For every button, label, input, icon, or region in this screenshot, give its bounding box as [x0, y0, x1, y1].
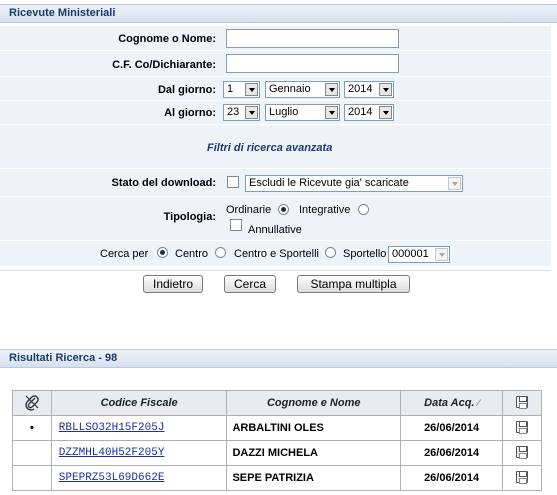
- stato-label: Stato del download:: [111, 177, 217, 189]
- sort-icon: ⁄: [477, 398, 480, 408]
- ordinarie-radio[interactable]: [278, 204, 289, 215]
- row-bullet: •: [12, 415, 52, 441]
- sportello-select[interactable]: 000001: [388, 246, 450, 263]
- tipologia-label: Tipologia:: [163, 211, 216, 223]
- al-day-select[interactable]: 23: [223, 104, 260, 121]
- save-column-header: [502, 390, 542, 416]
- al-month-select[interactable]: Luglio: [265, 104, 340, 121]
- stato-checkbox[interactable]: [227, 176, 239, 188]
- cerca-button[interactable]: Cerca: [224, 275, 276, 293]
- al-label: Al giorno:: [164, 107, 216, 119]
- chevron-down-icon: [379, 83, 392, 96]
- row-dal: Dal giorno: 1 Gennaio 2014: [0, 77, 551, 101]
- advanced-filters-title: Filtri di ricerca avanzata: [207, 142, 333, 154]
- chevron-down-icon: [245, 106, 258, 119]
- search-form: Cognome o Nome: C.F. Co/Dichiarante: Dal…: [0, 26, 551, 267]
- stampa-multipla-button[interactable]: Stampa multipla: [297, 275, 410, 293]
- section-header: Ricevute Ministeriali: [0, 4, 557, 23]
- nome-cell: ARBALTINI OLES: [226, 415, 402, 441]
- results-header: Risultati Ricerca - 98: [0, 349, 557, 368]
- nome-cell: DAZZI MICHELA: [226, 440, 402, 466]
- table-row: DZZMHL40H52F205Y DAZZI MICHELA 26/06/201…: [12, 440, 542, 466]
- stato-select[interactable]: Escludi le Ricevute gia' scaricate: [245, 175, 463, 192]
- cf-link[interactable]: DZZMHL40H52F205Y: [50, 440, 228, 466]
- chevron-down-icon: [245, 83, 258, 96]
- dal-month-select[interactable]: Gennaio: [265, 81, 340, 98]
- results-count: 98: [104, 352, 118, 364]
- centro-sportelli-label: Centro e Sportelli: [234, 248, 319, 260]
- data-cell: 26/06/2014: [400, 415, 504, 441]
- sportello-label: Sportello: [343, 248, 387, 260]
- indietro-button[interactable]: Indietro: [143, 275, 203, 293]
- results-table: Codice Fiscale Cognome e Nome Data Acq. …: [12, 390, 542, 491]
- integrative-radio[interactable]: [358, 204, 369, 215]
- floppy-disk-icon[interactable]: [516, 420, 529, 434]
- row-advanced: Filtri di ricerca avanzata: [0, 125, 551, 169]
- row-bullet: [12, 465, 52, 491]
- data-cell: 26/06/2014: [400, 465, 504, 491]
- floppy-disk-icon[interactable]: [516, 445, 529, 459]
- cf-link[interactable]: RBLLSO32H15F205J: [50, 415, 228, 441]
- annullative-label: Annullative: [248, 224, 302, 236]
- floppy-disk-icon[interactable]: [516, 470, 529, 484]
- paperclip-icon: [25, 394, 39, 411]
- chevron-down-icon: [325, 106, 338, 119]
- cf-link[interactable]: SPEPRZ53L69D662E: [50, 465, 228, 491]
- cf-label: C.F. Co/Dichiarante:: [112, 59, 216, 71]
- row-stato: Stato del download: Escludi le Ricevute …: [0, 169, 551, 197]
- centro-sportelli-radio[interactable]: [215, 247, 226, 258]
- dal-label: Dal giorno:: [157, 84, 216, 96]
- chevron-down-icon: [379, 106, 392, 119]
- cf-input[interactable]: [226, 54, 399, 73]
- integrative-label: Integrative: [299, 204, 351, 216]
- row-cognome: Cognome o Nome:: [0, 26, 551, 51]
- dal-year-select[interactable]: 2014: [344, 81, 394, 98]
- centro-label: Centro: [175, 248, 209, 260]
- row-al: Al giorno: 23 Luglio 2014: [0, 101, 551, 125]
- cf-column-header[interactable]: Codice Fiscale: [50, 390, 228, 416]
- cognome-label: Cognome o Nome:: [118, 33, 216, 45]
- cerca-per-label: Cerca per: [100, 248, 149, 260]
- data-column-header[interactable]: Data Acq. ⁄: [400, 390, 504, 416]
- data-cell: 26/06/2014: [400, 440, 504, 466]
- al-year-select[interactable]: 2014: [344, 104, 394, 121]
- table-row: SPEPRZ53L69D662E SEPE PATRIZIA 26/06/201…: [12, 465, 542, 491]
- button-bar: Indietro Cerca Stampa multipla: [0, 270, 551, 296]
- clip-column-header: [12, 390, 52, 416]
- cognome-input[interactable]: [226, 29, 399, 48]
- row-tipologia: Tipologia: Ordinarie Integrative Annulla…: [0, 197, 551, 241]
- sportello-radio[interactable]: [325, 247, 336, 258]
- dal-day-select[interactable]: 1: [223, 81, 260, 98]
- chevron-down-icon: [325, 83, 338, 96]
- table-row: • RBLLSO32H15F205J ARBALTINI OLES 26/06/…: [12, 415, 542, 441]
- row-cerca-per: Cerca per Centro Centro e Sportelli Spor…: [0, 241, 551, 267]
- nome-cell: SEPE PATRIZIA: [226, 465, 402, 491]
- table-header-row: Codice Fiscale Cognome e Nome Data Acq. …: [12, 390, 542, 416]
- ordinarie-label: Ordinarie: [226, 204, 272, 216]
- row-bullet: [12, 440, 52, 466]
- row-cf: C.F. Co/Dichiarante:: [0, 51, 551, 77]
- floppy-disk-icon[interactable]: [516, 395, 529, 409]
- annullative-checkbox[interactable]: [230, 219, 242, 231]
- centro-radio[interactable]: [157, 247, 168, 258]
- chevron-down-icon: [448, 177, 461, 190]
- chevron-down-icon: [435, 248, 448, 261]
- nome-column-header[interactable]: Cognome e Nome: [226, 390, 402, 416]
